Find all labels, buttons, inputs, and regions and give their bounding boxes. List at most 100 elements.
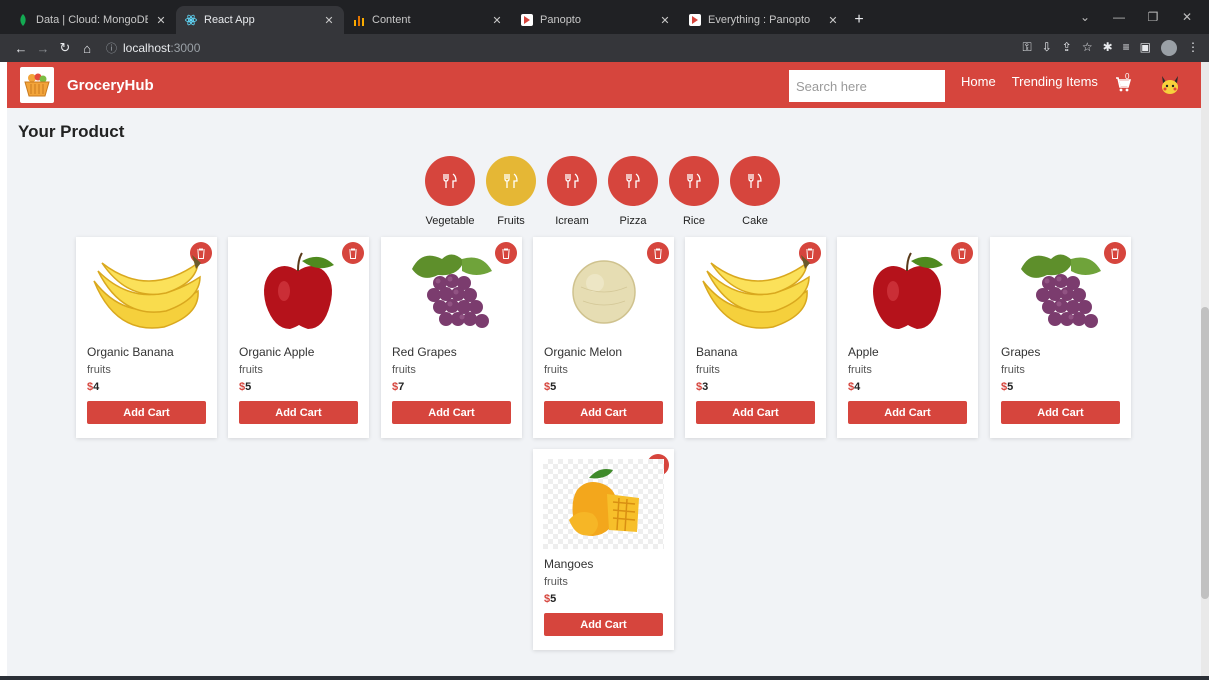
category-label: Vegetable [425, 215, 475, 227]
product-category: fruits [848, 364, 872, 376]
product-category: fruits [696, 364, 720, 376]
home-button[interactable]: ⌂ [76, 41, 98, 56]
product-price: $5 [544, 593, 556, 605]
product-category: fruits [544, 576, 568, 588]
close-icon[interactable]: ✕ [490, 14, 504, 27]
add-cart-button[interactable]: Add Cart [544, 613, 663, 636]
category-cake[interactable]: Cake [730, 156, 780, 227]
category-fruits[interactable]: Fruits [486, 156, 536, 227]
category-circle[interactable] [730, 156, 780, 206]
new-tab-button[interactable]: + [848, 6, 870, 34]
basket-logo-icon[interactable] [20, 67, 54, 103]
browser-tab-panopto[interactable]: Panopto ✕ [512, 6, 680, 34]
price-value: 5 [550, 593, 557, 605]
category-circle[interactable] [486, 156, 536, 206]
close-icon[interactable]: ✕ [322, 14, 336, 27]
category-pizza[interactable]: Pizza [608, 156, 658, 227]
url-host: localhost [123, 41, 171, 55]
cart-icon[interactable]: 0 [1115, 72, 1132, 97]
mango-image [543, 459, 664, 549]
cutlery-icon [626, 173, 640, 188]
restore-button[interactable]: ❐ [1139, 6, 1167, 28]
nav-home-link[interactable]: Home [961, 74, 996, 89]
minimize-button[interactable]: — [1105, 6, 1133, 28]
price-value: 7 [398, 381, 405, 393]
cutlery-icon [565, 173, 579, 188]
panopto-icon [520, 13, 534, 27]
add-cart-button[interactable]: Add Cart [239, 401, 358, 424]
category-circle[interactable] [669, 156, 719, 206]
apple-image [847, 247, 968, 337]
scrollbar-thumb[interactable] [1201, 307, 1209, 599]
reload-button[interactable]: ↻ [54, 40, 76, 56]
close-icon[interactable]: ✕ [154, 14, 168, 27]
product-price: $4 [87, 381, 99, 393]
product-card: Red Grapes fruits $7 Add Cart [381, 237, 522, 438]
add-cart-button[interactable]: Add Cart [87, 401, 206, 424]
brand-name[interactable]: GroceryHub [67, 77, 154, 94]
more-icon[interactable]: ⋮ [1187, 40, 1199, 56]
back-button[interactable]: ← [10, 41, 32, 56]
sidepanel-icon[interactable]: ▣ [1140, 40, 1151, 56]
close-icon[interactable]: ✕ [826, 14, 840, 27]
product-card: Banana fruits $3 Add Cart [685, 237, 826, 438]
category-circle[interactable] [608, 156, 658, 206]
user-avatar-icon[interactable] [1159, 74, 1181, 101]
browser-tab-everything-panopto[interactable]: Everything : Panopto ✕ [680, 6, 848, 34]
nav-trending-link[interactable]: Trending Items [1012, 74, 1098, 89]
add-cart-button[interactable]: Add Cart [392, 401, 511, 424]
page-viewport: GroceryHub Home Trending Items 0 Your Pr… [7, 62, 1201, 677]
taskbar-edge [0, 676, 1209, 680]
add-cart-button[interactable]: Add Cart [848, 401, 967, 424]
tab-title: Content [372, 14, 411, 26]
category-icream[interactable]: Icream [547, 156, 597, 227]
add-cart-button[interactable]: Add Cart [544, 401, 663, 424]
key-icon[interactable]: ⚿ [1023, 40, 1032, 56]
banana-image [695, 247, 816, 337]
puzzle-icon[interactable]: ✱ [1103, 40, 1113, 56]
cutlery-icon [443, 173, 457, 188]
chevron-down-icon[interactable]: ⌄ [1071, 6, 1099, 28]
browser-tab-mongodb[interactable]: Data | Cloud: MongoDB Cloud ✕ [8, 6, 176, 34]
add-cart-button[interactable]: Add Cart [696, 401, 815, 424]
top-nav: Home Trending Items [961, 74, 1098, 89]
price-value: 4 [854, 381, 861, 393]
product-name: Organic Apple [239, 345, 315, 359]
info-icon[interactable]: ⓘ [106, 40, 117, 56]
cutlery-icon [504, 173, 518, 188]
react-icon [184, 13, 198, 27]
share-icon[interactable]: ⇪ [1062, 40, 1072, 56]
url-field[interactable]: ⓘ localhost:3000 [106, 40, 200, 56]
app-header: GroceryHub Home Trending Items 0 [7, 62, 1201, 108]
grapes-image [391, 247, 512, 337]
category-vegetable[interactable]: Vegetable [425, 156, 475, 227]
playlist-icon[interactable]: ≡ [1123, 40, 1130, 56]
price-value: 4 [93, 381, 100, 393]
url-port: :3000 [170, 41, 201, 55]
add-cart-button[interactable]: Add Cart [1001, 401, 1120, 424]
category-circle[interactable] [547, 156, 597, 206]
close-window-button[interactable]: ✕ [1173, 6, 1201, 28]
product-name: Organic Melon [544, 345, 623, 359]
cutlery-icon [748, 173, 762, 188]
search-input[interactable] [789, 70, 945, 102]
product-card: Organic Banana fruits $4 Add Cart [76, 237, 217, 438]
install-icon[interactable]: ⇩ [1042, 40, 1052, 56]
browser-tab-react-app[interactable]: React App ✕ [176, 6, 344, 34]
category-circle[interactable] [425, 156, 475, 206]
browser-tab-content[interactable]: Content ✕ [344, 6, 512, 34]
forward-button[interactable]: → [32, 41, 54, 56]
product-price: $5 [1001, 381, 1013, 393]
category-rice[interactable]: Rice [669, 156, 719, 227]
price-value: 3 [702, 381, 709, 393]
browser-tab-strip: Data | Cloud: MongoDB Cloud ✕ React App … [0, 0, 1209, 34]
close-icon[interactable]: ✕ [658, 14, 672, 27]
bar-chart-icon [352, 13, 366, 27]
cart-count: 0 [1125, 72, 1130, 81]
product-card: Apple fruits $4 Add Cart [837, 237, 978, 438]
star-icon[interactable]: ☆ [1082, 40, 1093, 56]
category-filter: Vegetable Fruits Icream Pizza Rice Cake [425, 156, 780, 227]
category-label: Cake [742, 215, 768, 227]
browser-toolbar: ⚿ ⇩ ⇪ ☆ ✱ ≡ ▣ ⋮ [1023, 40, 1199, 56]
profile-avatar[interactable] [1161, 40, 1177, 56]
